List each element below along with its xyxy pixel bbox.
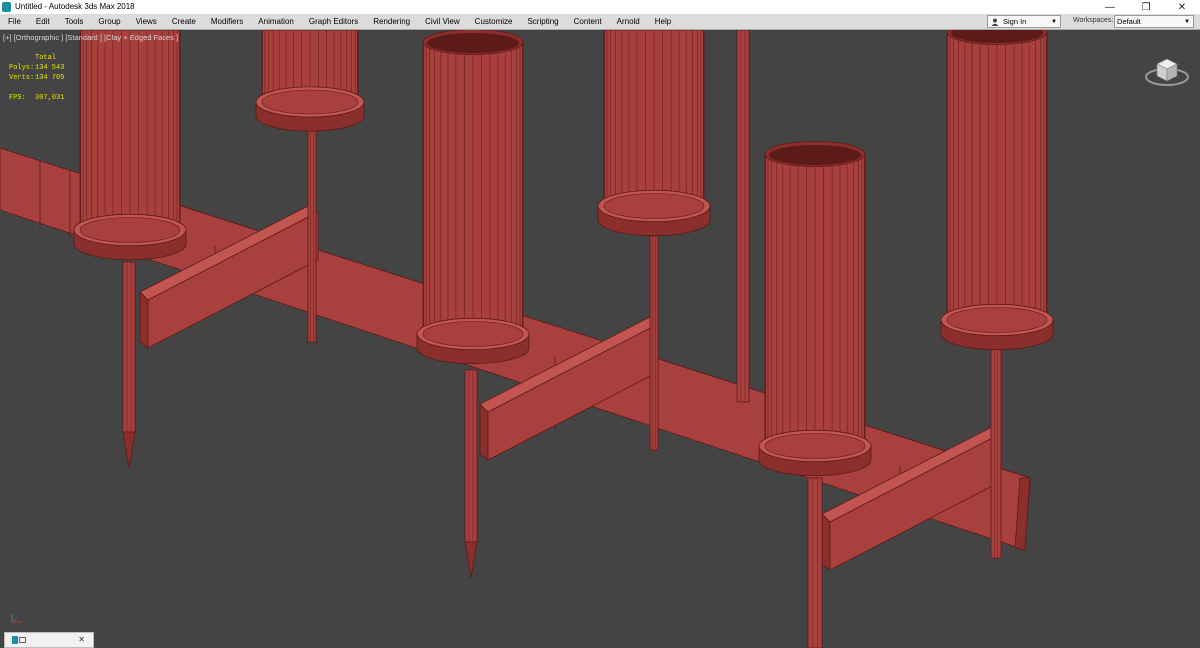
sign-in-dropdown[interactable]: Sign In ▼ xyxy=(987,15,1061,28)
cylinder-base[interactable] xyxy=(946,307,1048,333)
close-icon[interactable]: ✕ xyxy=(78,635,85,644)
cylinder-front-middle[interactable] xyxy=(416,30,530,365)
menu-animation[interactable]: Animation xyxy=(250,14,301,29)
cylinder-base[interactable] xyxy=(422,321,524,347)
fps-value: 307,031 xyxy=(35,94,65,102)
menu-help[interactable]: Help xyxy=(647,14,678,29)
polys-label: Polys: xyxy=(9,64,35,72)
window-controls: — ❐ ✕ xyxy=(1092,0,1200,14)
viewport-icon xyxy=(19,637,26,643)
rod-back-1[interactable] xyxy=(307,119,317,343)
cylinder-base[interactable] xyxy=(603,193,705,219)
menu-arnold[interactable]: Arnold xyxy=(609,14,647,29)
menu-list: File Edit Tools Group Views Create Modif… xyxy=(0,14,678,29)
menu-group[interactable]: Group xyxy=(90,14,127,29)
cylinder-back-middle[interactable] xyxy=(597,30,711,237)
menu-customize[interactable]: Customize xyxy=(467,14,520,29)
workspaces-value: Default xyxy=(1117,17,1141,26)
polys-value: 134 543 xyxy=(35,64,65,72)
stake-front-right[interactable] xyxy=(807,477,823,648)
cylinder-front-right[interactable] xyxy=(758,141,872,477)
app-icon xyxy=(2,2,11,12)
rod-back-2[interactable] xyxy=(649,235,659,451)
cross-beam-end[interactable] xyxy=(479,403,489,461)
menu-tools[interactable]: Tools xyxy=(57,14,91,29)
stats-overlay: Total Polys: 134 543 Verts: 134 705 FPS: 30… xyxy=(9,53,64,103)
cylinder-base[interactable] xyxy=(261,89,359,115)
cylinder-base[interactable] xyxy=(79,217,181,243)
viewport-tab[interactable]: ✕ xyxy=(4,632,94,648)
menu-graph-editors[interactable]: Graph Editors xyxy=(301,14,365,29)
menu-rendering[interactable]: Rendering xyxy=(365,14,417,29)
workspaces-label: Workspaces: xyxy=(1073,17,1114,24)
menu-content[interactable]: Content xyxy=(566,14,609,29)
menu-create[interactable]: Create xyxy=(164,14,203,29)
cylinder-back-left[interactable] xyxy=(255,30,365,132)
menu-file[interactable]: File xyxy=(0,14,28,29)
stake-front-middle[interactable] xyxy=(464,369,478,543)
viewport-label-menu[interactable]: [+] [Orthographic ] [Standard ] [Clay + … xyxy=(3,33,178,42)
stake-front-left[interactable] xyxy=(122,261,136,433)
stats-header: Total xyxy=(35,54,57,62)
cylinder-back-right[interactable] xyxy=(940,30,1054,351)
cross-beam-end[interactable] xyxy=(821,513,831,571)
cross-beam-end[interactable] xyxy=(139,291,149,349)
menu-scripting[interactable]: Scripting xyxy=(519,14,565,29)
cylinder-hole[interactable] xyxy=(769,145,861,165)
cylinder-hole[interactable] xyxy=(427,33,519,53)
rod-back-3[interactable] xyxy=(990,347,1002,559)
verts-value: 134 705 xyxy=(35,74,65,82)
cylinder-base[interactable] xyxy=(764,433,866,459)
restore-button[interactable]: ❐ xyxy=(1128,0,1164,14)
scene-canvas[interactable] xyxy=(0,30,1200,648)
menu-edit[interactable]: Edit xyxy=(28,14,57,29)
axis-tripod-icon xyxy=(11,614,22,623)
verts-label: Verts: xyxy=(9,74,35,82)
window-title: Untitled - Autodesk 3ds Max 2018 xyxy=(15,2,135,11)
chevron-down-icon: ▼ xyxy=(1051,19,1057,25)
minimize-button[interactable]: — xyxy=(1092,0,1128,14)
workspaces-select[interactable]: Default ▼ xyxy=(1114,15,1194,28)
stake-front-left-tip[interactable] xyxy=(122,431,136,469)
viewcube-icon[interactable] xyxy=(1144,50,1190,90)
menu-bar: File Edit Tools Group Views Create Modif… xyxy=(0,14,1200,30)
chevron-down-icon: ▼ xyxy=(1184,19,1190,25)
title-bar: Untitled - Autodesk 3ds Max 2018 — ❐ ✕ xyxy=(0,0,1200,14)
viewport-orthographic[interactable]: [+] [Orthographic ] [Standard ] [Clay + … xyxy=(0,30,1200,648)
rod-tall[interactable] xyxy=(736,30,750,403)
app-icon xyxy=(12,636,18,644)
cylinder-front-left[interactable] xyxy=(73,30,187,261)
user-icon xyxy=(991,18,999,26)
close-button[interactable]: ✕ xyxy=(1164,0,1200,14)
menu-civil-view[interactable]: Civil View xyxy=(417,14,467,29)
sign-in-label: Sign In xyxy=(1003,17,1027,26)
fps-label: FPS: xyxy=(9,94,26,102)
stake-front-middle-tip[interactable] xyxy=(464,541,478,579)
menu-modifiers[interactable]: Modifiers xyxy=(203,14,250,29)
menu-views[interactable]: Views xyxy=(128,14,164,29)
